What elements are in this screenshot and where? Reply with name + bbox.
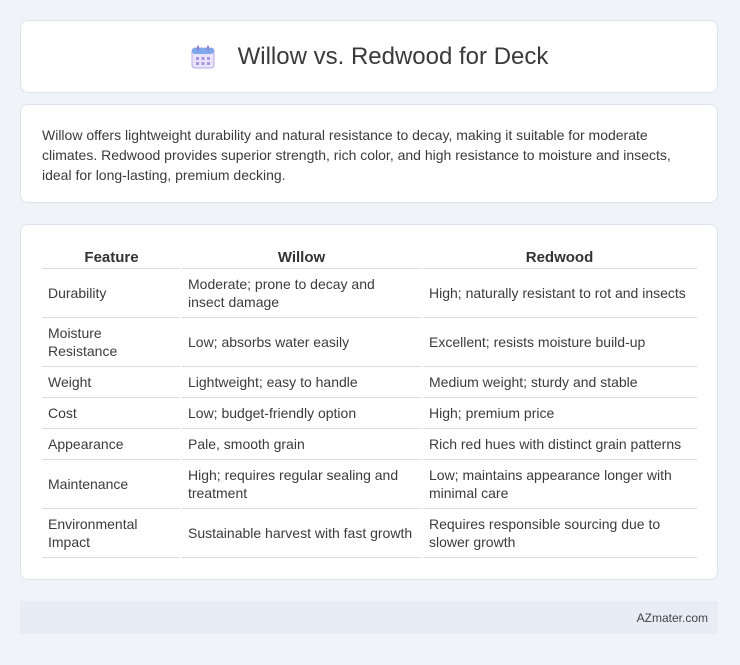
table-cell: High; premium price (422, 397, 697, 429)
table-cell: Sustainable harvest with fast growth (181, 508, 423, 558)
table-cell: Pale, smooth grain (181, 428, 423, 460)
table-header-row: Feature Willow Redwood (42, 245, 697, 269)
summary-card: Willow offers lightweight durability and… (20, 104, 718, 203)
column-header: Feature (42, 245, 181, 269)
table-cell: Moderate; prone to decay and insect dama… (181, 268, 423, 318)
column-header: Willow (181, 245, 422, 269)
table-cell: Cost (42, 397, 182, 429)
table-cell: Excellent; resists moisture build-up (422, 317, 697, 367)
footer-source: AZmater.com (636, 610, 708, 625)
table-cell: Maintenance (42, 459, 182, 509)
comparison-card: Feature Willow Redwood Durability Modera… (20, 224, 718, 580)
comparison-table: Feature Willow Redwood Durability Modera… (42, 245, 697, 558)
table-cell: Environmental Impact (42, 508, 182, 558)
table-cell: Moisture Resistance (42, 317, 182, 367)
table-cell: Requires responsible sourcing due to slo… (422, 508, 697, 558)
table-cell: Durability (42, 268, 182, 318)
table-row: Maintenance High; requires regular seali… (42, 459, 697, 509)
table-cell: Low; absorbs water easily (181, 317, 423, 367)
header-card: Willow vs. Redwood for Deck (20, 20, 718, 93)
table-cell: Rich red hues with distinct grain patter… (422, 428, 697, 460)
table-cell: Appearance (42, 428, 182, 460)
footer: AZmater.com (20, 601, 718, 634)
table-cell: Low; maintains appearance longer with mi… (422, 459, 697, 509)
summary-text: Willow offers lightweight durability and… (42, 127, 671, 183)
table-cell: Lightweight; easy to handle (181, 366, 423, 398)
page-title: Willow vs. Redwood for Deck (237, 42, 549, 70)
table-row: Moisture Resistance Low; absorbs water e… (42, 317, 697, 367)
table-row: Environmental Impact Sustainable harvest… (42, 508, 697, 558)
table-cell: Weight (42, 366, 182, 398)
table-cell: Medium weight; sturdy and stable (422, 366, 697, 398)
table-row: Durability Moderate; prone to decay and … (42, 268, 697, 318)
table-cell: Low; budget-friendly option (181, 397, 423, 429)
table-row: Weight Lightweight; easy to handle Mediu… (42, 366, 697, 398)
table-row: Appearance Pale, smooth grain Rich red h… (42, 428, 697, 460)
table-cell: High; naturally resistant to rot and ins… (422, 268, 697, 318)
table-cell: High; requires regular sealing and treat… (181, 459, 423, 509)
column-header: Redwood (422, 245, 697, 269)
table-row: Cost Low; budget-friendly option High; p… (42, 397, 697, 429)
calendar-icon (191, 45, 215, 68)
